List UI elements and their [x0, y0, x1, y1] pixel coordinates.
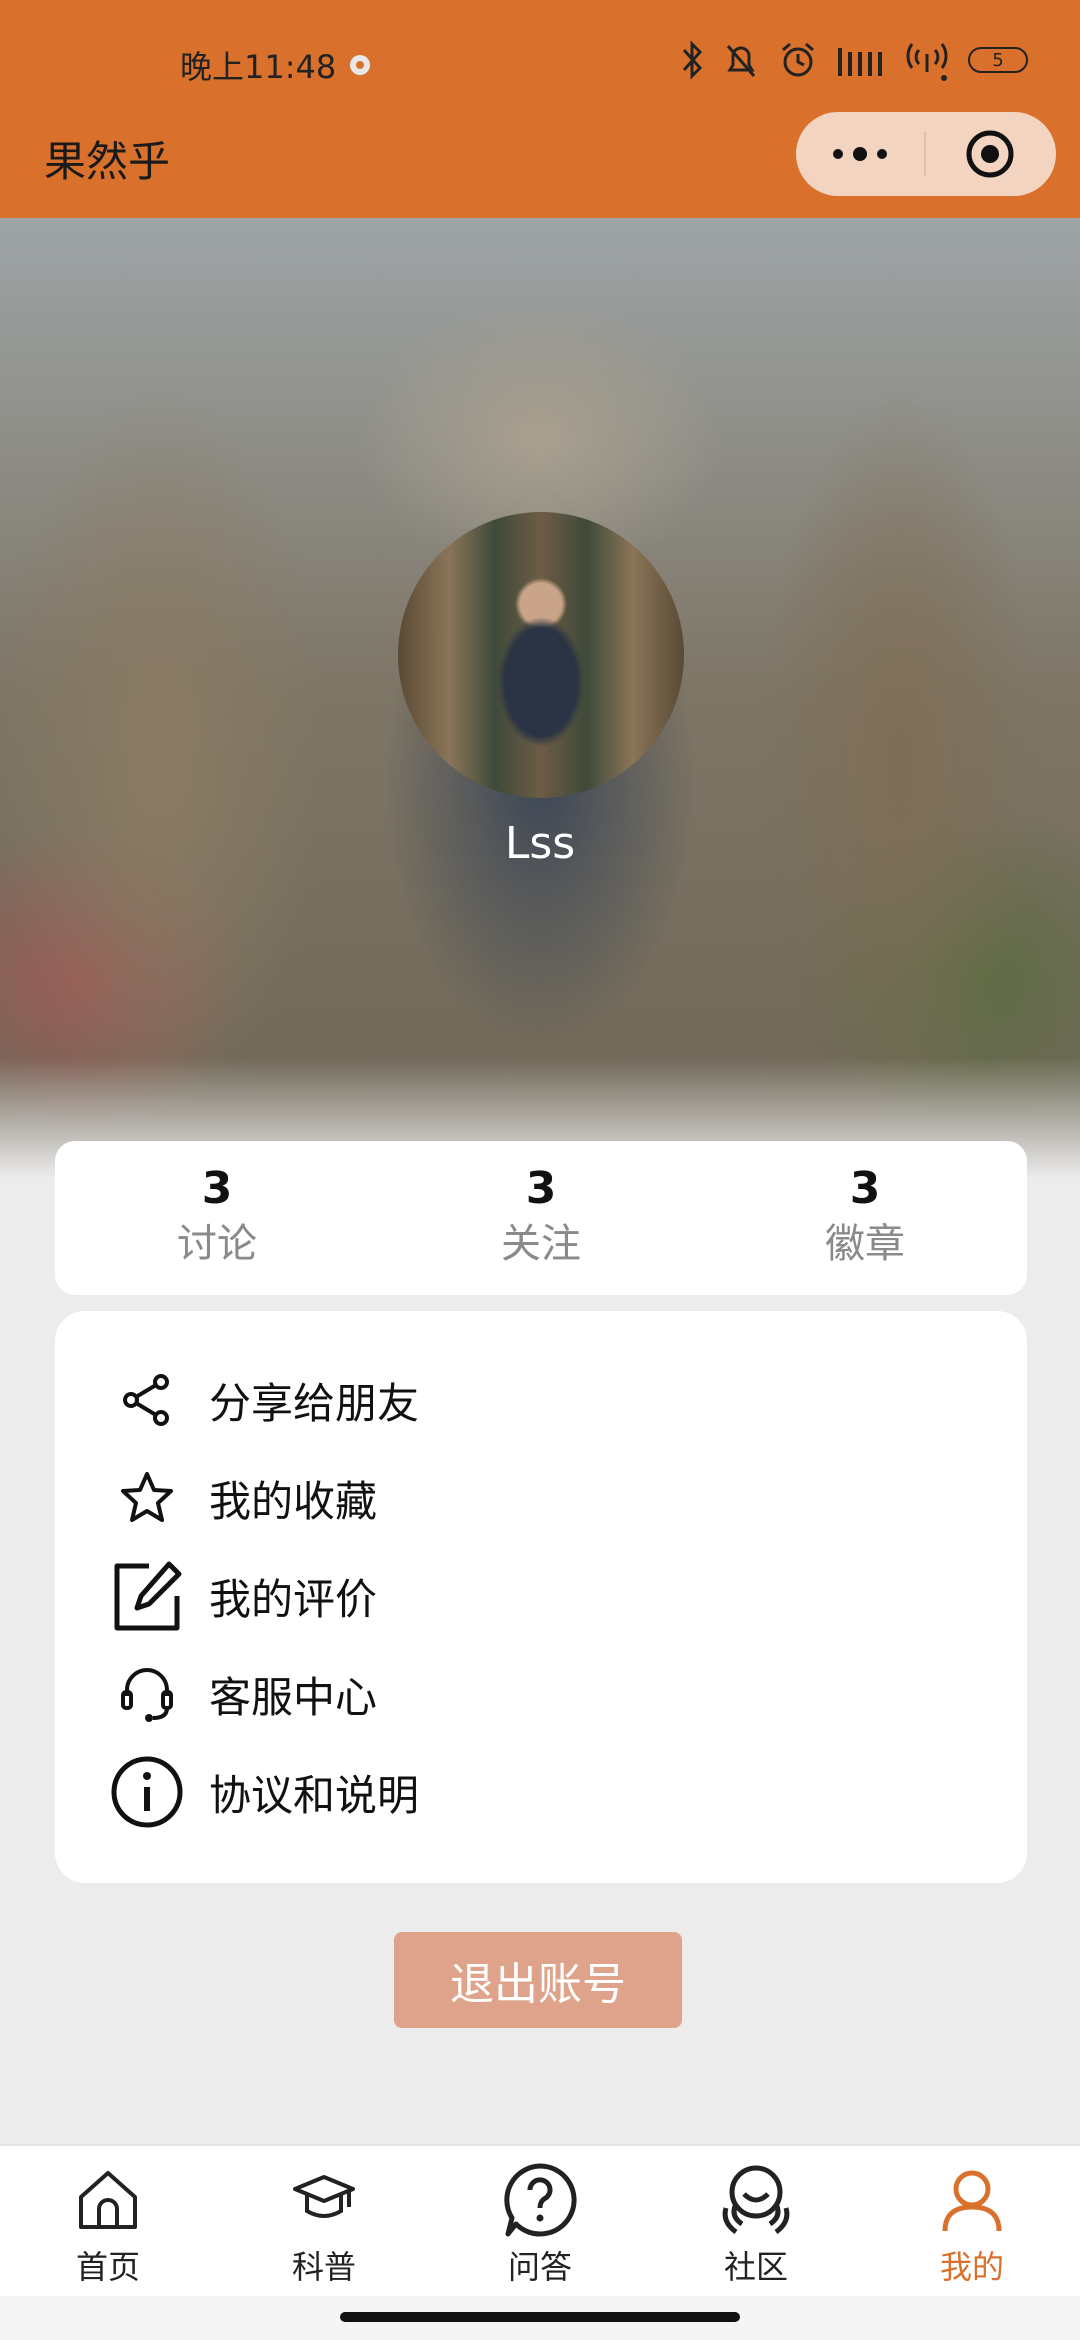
- stat-badges[interactable]: 3 徽章: [703, 1141, 1027, 1295]
- graduation-cap-icon: [284, 2160, 364, 2240]
- menu-item-share[interactable]: 分享给朋友: [55, 1351, 1027, 1449]
- mini-program-capsule: [796, 112, 1056, 196]
- tab-label: 我的: [939, 2248, 1004, 2286]
- home-indicator[interactable]: [340, 2312, 740, 2322]
- tab-community[interactable]: 社区: [648, 2146, 864, 2296]
- menu-item-reviews[interactable]: 我的评价: [55, 1547, 1027, 1645]
- tab-qa[interactable]: 问答: [432, 2146, 648, 2296]
- bell-muted-icon: [726, 45, 756, 77]
- close-miniprogram-button[interactable]: [926, 112, 1054, 196]
- tab-science[interactable]: 科普: [216, 2146, 432, 2296]
- share-icon: [107, 1360, 187, 1440]
- home-icon: [68, 2160, 148, 2240]
- gear-icon: [350, 55, 371, 75]
- bottom-tab-bar: 首页 科普 问答 社区 我的: [0, 2144, 1080, 2296]
- profile-page: 晚上11:48 5 果然乎 Lss 3 讨论 3 关注 3 徽章 分享给朋友 我…: [0, 0, 1080, 2340]
- avatar[interactable]: [398, 512, 684, 798]
- stat-label: 关注: [501, 1221, 581, 1267]
- tab-home[interactable]: 首页: [0, 2146, 216, 2296]
- stats-card: 3 讨论 3 关注 3 徽章: [55, 1141, 1027, 1295]
- status-icons: 5: [680, 36, 1028, 84]
- star-icon: [107, 1458, 187, 1538]
- menu-item-label: 协议和说明: [209, 1770, 420, 1820]
- bluetooth-icon: [682, 40, 703, 80]
- stat-value: 3: [849, 1163, 881, 1214]
- info-icon: [107, 1752, 187, 1832]
- menu-item-label: 我的收藏: [209, 1476, 378, 1526]
- stat-value: 3: [201, 1163, 233, 1214]
- stat-label: 徽章: [825, 1221, 905, 1267]
- tab-label: 科普: [291, 2248, 356, 2286]
- menu-item-favorites[interactable]: 我的收藏: [55, 1449, 1027, 1547]
- menu-item-label: 我的评价: [209, 1574, 378, 1624]
- edit-icon: [107, 1556, 187, 1636]
- tab-label: 社区: [723, 2248, 788, 2286]
- menu-item-support[interactable]: 客服中心: [55, 1645, 1027, 1743]
- username: Lss: [504, 818, 576, 869]
- menu-card: 分享给朋友 我的收藏 我的评价 客服中心 协议和说明: [55, 1311, 1027, 1883]
- tab-mine[interactable]: 我的: [864, 2146, 1080, 2296]
- more-button[interactable]: [796, 112, 924, 196]
- target-icon: [966, 130, 1014, 178]
- wifi-hotspot-icon: [906, 43, 948, 81]
- person-icon: [932, 2160, 1012, 2240]
- battery-indicator: 5: [968, 47, 1028, 73]
- more-dots-icon: [833, 147, 887, 161]
- alarm-icon: [782, 42, 814, 77]
- community-icon: [716, 2160, 796, 2240]
- stat-following[interactable]: 3 关注: [379, 1141, 703, 1295]
- question-icon: [500, 2160, 580, 2240]
- signal-icon: [838, 48, 882, 76]
- logout-button[interactable]: 退出账号: [394, 1932, 682, 2028]
- menu-item-label: 分享给朋友: [209, 1378, 420, 1428]
- status-time: 晚上11:48: [180, 48, 337, 86]
- page-title: 果然乎: [44, 137, 171, 186]
- stat-value: 3: [525, 1163, 557, 1214]
- stat-label: 讨论: [177, 1221, 257, 1267]
- top-header: 晚上11:48 5 果然乎: [0, 0, 1080, 218]
- tab-label: 首页: [75, 2248, 140, 2286]
- menu-item-agreements[interactable]: 协议和说明: [55, 1743, 1027, 1841]
- headset-icon: [107, 1654, 187, 1734]
- menu-item-label: 客服中心: [209, 1672, 378, 1722]
- stat-discussions[interactable]: 3 讨论: [55, 1141, 379, 1295]
- status-time-group: 晚上11:48: [180, 42, 372, 88]
- tab-label: 问答: [507, 2248, 572, 2286]
